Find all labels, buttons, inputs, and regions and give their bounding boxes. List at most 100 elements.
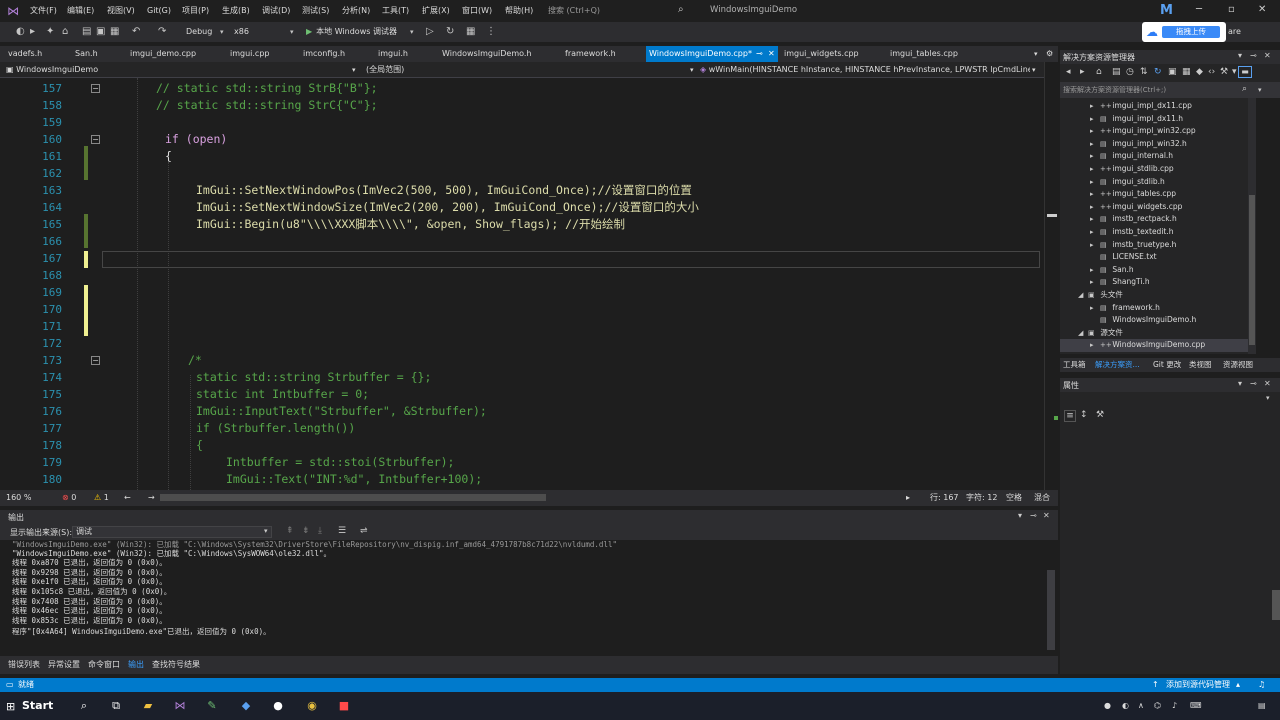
tree-item[interactable]: ▸ ▤ imgui_stdlib.h	[1090, 176, 1165, 189]
menu-test[interactable]: 测试(S)	[302, 5, 329, 17]
expand-arrow-icon[interactable]: ▸	[1090, 150, 1100, 163]
tab-git-changes[interactable]: Git 更改	[1153, 360, 1181, 370]
tree-folder-header-files[interactable]: ◢ ▣ 头文件	[1078, 289, 1123, 302]
tree-item[interactable]: ▸ ▤ imstb_truetype.h	[1090, 239, 1176, 252]
pending-changes-icon[interactable]: ◷	[1126, 67, 1134, 77]
home-icon[interactable]: ⌂	[1096, 67, 1102, 77]
tray-app-icon[interactable]: ◐	[1122, 700, 1129, 712]
chevron-down-icon[interactable]: ▾	[1256, 82, 1280, 98]
whitespace-mode[interactable]: 空格	[1006, 492, 1022, 504]
chevron-down-icon[interactable]: ▾	[290, 25, 294, 39]
close-icon[interactable]: ✕	[1043, 511, 1050, 520]
volume-icon[interactable]: ♪	[1172, 700, 1177, 712]
tab-framework-h[interactable]: framework.h	[565, 46, 616, 62]
tab-output[interactable]: 输出	[128, 659, 144, 671]
toolbar-more-icon[interactable]: ⋮	[486, 25, 496, 39]
output-text[interactable]: "WindowsImguiDemo.exe" (Win32): 已加载 "C:\…	[0, 540, 1044, 656]
menu-window[interactable]: 窗口(W)	[462, 5, 492, 17]
undo-icon[interactable]: ↶	[132, 25, 140, 39]
app-icon[interactable]: ◆	[236, 698, 256, 714]
collapse-icon[interactable]: −	[91, 356, 100, 365]
tree-item[interactable]: ▸ ++ imgui_impl_dx11.cpp	[1090, 100, 1192, 113]
open-folder-icon[interactable]: ▤	[82, 25, 91, 39]
expand-arrow-icon[interactable]: ▸	[1090, 138, 1100, 151]
chevron-down-icon[interactable]: ▾	[1238, 379, 1242, 388]
user-avatar-icon[interactable]: M	[1160, 2, 1178, 20]
task-view-icon[interactable]: ⧉	[106, 698, 126, 714]
tree-item[interactable]: ▸ ▤ ShangTi.h	[1090, 276, 1150, 289]
minimize-panel-icon[interactable]: ▬	[1238, 66, 1252, 78]
clear-all-icon[interactable]: ☰	[338, 526, 346, 536]
clear-icon[interactable]: ⤓	[318, 526, 322, 536]
tab-imgui-demo-cpp[interactable]: imgui_demo.cpp	[130, 46, 196, 62]
tool-icon[interactable]: ▦	[466, 25, 475, 39]
tab-imgui-h[interactable]: imgui.h	[378, 46, 408, 62]
previous-issue-icon[interactable]: ←	[124, 492, 131, 504]
configuration-select[interactable]: Debug	[186, 25, 212, 39]
tab-toolbox[interactable]: 工具箱	[1063, 360, 1086, 370]
recorder-app-icon[interactable]: ■	[334, 698, 354, 714]
properties-object-select[interactable]: ▾	[1060, 392, 1280, 408]
chevron-down-icon[interactable]: ▾	[410, 25, 414, 39]
save-all-icon[interactable]: ▦	[110, 25, 119, 39]
tab-exception-settings[interactable]: 异常设置	[48, 659, 80, 671]
zoom-level[interactable]: 160 %	[6, 492, 31, 504]
expand-arrow-icon[interactable]: ▸	[1090, 276, 1100, 289]
windows-logo-icon[interactable]: ⊞	[6, 700, 15, 713]
expand-arrow-icon[interactable]: ▸	[1090, 188, 1100, 201]
expand-arrow-icon[interactable]: ▸	[1090, 176, 1100, 189]
pin-icon[interactable]: ⊸	[1030, 511, 1037, 520]
redo-icon[interactable]: ↷	[158, 25, 166, 39]
start-button[interactable]: Start	[22, 698, 53, 714]
tab-overflow-icon[interactable]: ▾	[1034, 46, 1038, 62]
chevron-down-icon[interactable]: ▾	[1238, 51, 1242, 60]
editor-horizontal-scrollbar[interactable]	[160, 494, 546, 501]
expand-arrow-icon[interactable]: ▸	[1090, 213, 1100, 226]
add-to-source-control-button[interactable]: 添加到源代码管理	[1166, 680, 1230, 690]
find-next-icon[interactable]: ⇟	[302, 526, 310, 536]
search-icon[interactable]: ⌕	[678, 4, 684, 15]
visual-studio-logo-icon[interactable]: ⋈	[6, 4, 20, 18]
expand-arrow-icon[interactable]: ▸	[1090, 226, 1100, 239]
collapse-icon[interactable]: −	[91, 135, 100, 144]
tab-resource-view[interactable]: 资源视图	[1223, 360, 1253, 370]
close-icon[interactable]: ✕	[1258, 4, 1266, 15]
menu-edit[interactable]: 编辑(E)	[67, 5, 94, 17]
notepad-icon[interactable]: ✎	[202, 698, 222, 714]
tab-imgui-widgets-cpp[interactable]: imgui_widgets.cpp	[784, 46, 859, 62]
chevron-up-icon[interactable]: ▴	[1236, 680, 1240, 690]
expand-arrow-icon[interactable]: ▸	[1090, 125, 1100, 138]
platform-select[interactable]: x86	[234, 25, 249, 39]
chevron-down-icon[interactable]: ▾	[264, 527, 268, 535]
error-count[interactable]: ⊗ 0	[62, 492, 76, 504]
sync-icon[interactable]: ⇅	[1140, 67, 1148, 77]
scroll-thumb[interactable]	[1272, 590, 1280, 620]
start-without-debugging-icon[interactable]: ▷	[426, 25, 434, 39]
code-editor[interactable]: 157 − // static std::string StrB{"B"}; 1…	[0, 78, 1044, 490]
start-debugging-button[interactable]: ▶ 本地 Windows 调试器	[306, 25, 397, 39]
categorized-icon[interactable]: ≡	[1064, 410, 1076, 422]
close-icon[interactable]: ✕	[1264, 379, 1271, 388]
back-icon[interactable]: ◐	[16, 25, 25, 39]
search-input[interactable]: 搜索 (Ctrl+Q)	[548, 4, 690, 18]
tree-item[interactable]: ▸ ▤ imstb_textedit.h	[1090, 226, 1173, 239]
tab-windowsimguidemo-cpp[interactable]: WindowsImguiDemo.cpp* ⊸ ✕	[646, 46, 778, 62]
expand-arrow-icon[interactable]: ▸	[1090, 239, 1100, 252]
collapse-arrow-icon[interactable]: ◢	[1078, 327, 1088, 340]
tree-item[interactable]: ▸ ++ imgui_widgets.cpp	[1090, 201, 1182, 214]
tab-settings-icon[interactable]: ⚙	[1046, 46, 1053, 62]
menu-build[interactable]: 生成(B)	[222, 5, 250, 17]
chevron-down-icon[interactable]: ▾	[1032, 64, 1044, 76]
expand-arrow-icon[interactable]: ▸	[1090, 100, 1100, 113]
tree-item[interactable]: ▸ ▤ imgui_impl_dx11.h	[1090, 113, 1183, 126]
tab-imgui-tables-cpp[interactable]: imgui_tables.cpp	[890, 46, 958, 62]
tab-class-view[interactable]: 类视图	[1189, 360, 1212, 370]
file-explorer-icon[interactable]: ▰	[138, 698, 158, 714]
column-indicator[interactable]: 字符: 12	[966, 492, 997, 504]
tab-error-list[interactable]: 错误列表	[8, 659, 40, 671]
word-wrap-icon[interactable]: ⇌	[360, 526, 368, 536]
scroll-thumb[interactable]	[1047, 570, 1055, 650]
tree-item-selected[interactable]: ▸ ++ WindowsImguiDemo.cpp	[1060, 339, 1248, 352]
tab-command-window[interactable]: 命令窗口	[88, 659, 120, 671]
forward-icon[interactable]: ▸	[1080, 67, 1085, 77]
